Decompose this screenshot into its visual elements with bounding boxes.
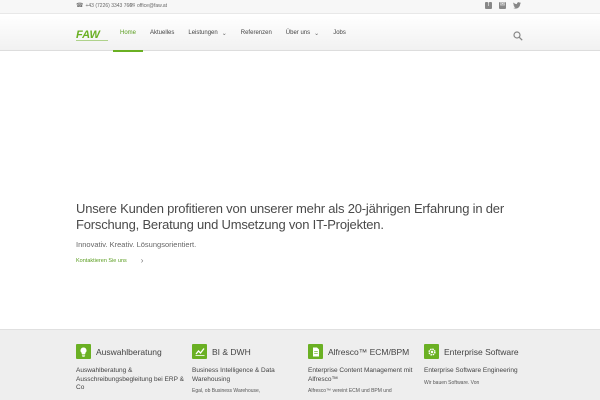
facebook-icon[interactable]: f <box>485 2 492 9</box>
search-icon[interactable] <box>513 28 523 41</box>
contact-link-label: Kontaktieren Sie uns <box>76 257 127 264</box>
service-card[interactable]: BI & DWH Business Intelligence & Data Wa… <box>192 344 302 395</box>
gear-icon <box>424 344 439 359</box>
nav-ueber-uns-label: Über uns <box>285 30 311 36</box>
service-title: Auswahlberatung <box>96 346 162 357</box>
hero-section <box>0 52 600 328</box>
service-card[interactable]: Alfresco™ ECM/BPM Enterprise Content Man… <box>308 344 418 395</box>
service-excerpt: Wir bauen Software. Von <box>424 379 480 386</box>
nav-leistungen[interactable]: Leistungen ⌄ <box>181 15 233 51</box>
nav-home-label: Home <box>120 30 137 36</box>
main-nav: Home Aktuelles Leistungen ⌄ Referenzen Üb… <box>113 15 353 52</box>
chevron-down-icon: ⌄ <box>221 30 227 37</box>
chevron-down-icon: ⌄ <box>314 30 320 37</box>
main-header: FAW Home Aktuelles Leistungen ⌄ Referenze… <box>0 15 600 52</box>
hero-subtitle: Innovativ. Kreativ. Lösungsorientiert. <box>76 240 197 249</box>
service-description: Auswahlberatung & Ausschreibungsbegleitu… <box>76 367 184 391</box>
envelope-icon: ✉ <box>130 3 136 9</box>
phone-contact[interactable]: ☎ +43 (7226) 3343 766 - <box>76 2 136 10</box>
service-title: Enterprise Software <box>444 346 519 357</box>
svg-text:FAW: FAW <box>76 29 101 41</box>
lightbulb-icon <box>76 344 91 359</box>
top-info-bar: ☎ +43 (7226) 3343 766 - ✉ office@faw.at … <box>0 0 600 14</box>
service-title: BI & DWH <box>212 346 251 357</box>
service-card[interactable]: Enterprise Software Enterprise Software … <box>424 344 534 387</box>
faw-logo[interactable]: FAW <box>76 28 108 42</box>
email-contact[interactable]: ✉ office@faw.at <box>130 2 168 10</box>
nav-home[interactable]: Home <box>113 15 144 52</box>
nav-ueber-uns[interactable]: Über uns ⌄ <box>279 15 326 51</box>
nav-leistungen-label: Leistungen <box>188 30 218 36</box>
nav-aktuelles[interactable]: Aktuelles <box>143 15 181 51</box>
chevron-right-icon: › <box>140 256 144 265</box>
hero-title: Unsere Kunden profitieren von unserer me… <box>76 201 504 232</box>
service-description: Enterprise Software Engineering <box>424 367 518 374</box>
social-links: f ✉ <box>485 2 521 9</box>
nav-jobs-label: Jobs <box>333 30 346 36</box>
service-description: Enterprise Content Management mit Alfres… <box>308 367 413 383</box>
document-icon <box>308 344 323 359</box>
nav-jobs[interactable]: Jobs <box>326 15 353 51</box>
phone-number: +43 (7226) 3343 766 - <box>85 2 136 9</box>
nav-aktuelles-label: Aktuelles <box>150 30 175 36</box>
service-description: Business Intelligence & Data Warehousing <box>192 367 275 383</box>
phone-icon: ☎ <box>76 3 84 9</box>
nav-referenzen-label: Referenzen <box>240 30 272 36</box>
service-card[interactable]: Auswahlberatung Auswahlberatung & Aussch… <box>76 344 186 393</box>
service-title: Alfresco™ ECM/BPM <box>328 346 410 357</box>
services-section: Auswahlberatung Auswahlberatung & Aussch… <box>0 329 600 400</box>
twitter-icon[interactable] <box>513 2 521 9</box>
nav-referenzen[interactable]: Referenzen <box>234 15 279 51</box>
email-address: office@faw.at <box>137 2 168 9</box>
service-excerpt: Egal, ob Business Warehouse, <box>192 388 261 394</box>
service-excerpt: Alfresco™ vereint ECM und BPM und <box>308 388 392 394</box>
chart-icon <box>192 344 207 359</box>
contact-link[interactable]: Kontaktieren Sie uns › <box>76 256 143 265</box>
mail-icon[interactable]: ✉ <box>499 2 506 9</box>
